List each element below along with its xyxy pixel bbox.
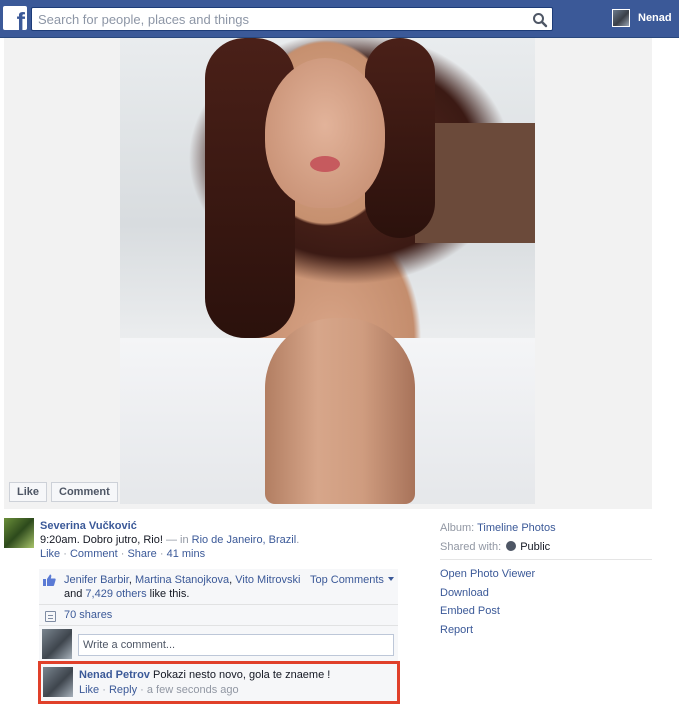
likes-others-link[interactable]: 7,429 others: [85, 588, 146, 600]
sep: ·: [60, 548, 70, 560]
photo-sidebar: Album: Timeline Photos Shared with: Publ…: [440, 519, 652, 639]
comment-timestamp[interactable]: a few seconds ago: [147, 684, 239, 696]
comment-input[interactable]: [78, 634, 394, 656]
top-comments-label: Top Comments: [309, 574, 384, 586]
album-link[interactable]: Timeline Photos: [477, 522, 555, 534]
shares-link[interactable]: 70 shares: [64, 609, 112, 621]
author-avatar[interactable]: [4, 518, 34, 548]
photo-face: [265, 58, 385, 208]
photo-actions: Like Comment: [9, 482, 118, 502]
profile-name: Nenad: [638, 12, 672, 24]
embed-post-link[interactable]: Embed Post: [440, 602, 652, 621]
post-photo[interactable]: [120, 38, 535, 504]
likes-and: and: [64, 588, 86, 600]
search-input[interactable]: [32, 8, 527, 30]
facebook-logo-icon[interactable]: f: [3, 6, 27, 30]
photo-knees: [265, 318, 415, 504]
open-photo-viewer-link[interactable]: Open Photo Viewer: [440, 565, 652, 584]
commenter-name[interactable]: Nenad Petrov: [79, 669, 150, 681]
photo-comment-button[interactable]: Comment: [51, 482, 118, 502]
sep: ·: [156, 548, 167, 560]
privacy-row: Shared with: Public: [440, 538, 652, 557]
post-text: 9:20am. Dobro jutro, Rio!: [40, 534, 163, 546]
profile-link[interactable]: Nenad: [612, 9, 672, 27]
post-like-link[interactable]: Like: [40, 548, 60, 560]
comment-like-link[interactable]: Like: [79, 684, 99, 696]
share-icon: [45, 611, 56, 622]
likes-row: Jenifer Barbir, Martina Stanojkova, Vito…: [39, 569, 398, 605]
post-in-prefix: — in: [162, 534, 192, 546]
comment-reply-link[interactable]: Reply: [109, 684, 137, 696]
post-share-link[interactable]: Share: [127, 548, 156, 560]
photo-lips: [310, 156, 340, 172]
download-link[interactable]: Download: [440, 584, 652, 603]
sep: ·: [117, 548, 128, 560]
album-label: Album:: [440, 522, 475, 534]
viewer-avatar: [42, 629, 72, 659]
comment-body: Nenad Petrov Pokazi nesto novo, gola te …: [79, 668, 330, 698]
liker-name[interactable]: Jenifer Barbir: [64, 574, 129, 586]
photo-stage: [4, 38, 652, 509]
post-comment-link[interactable]: Comment: [70, 548, 118, 560]
shares-row: 70 shares: [39, 605, 398, 626]
post-text-line: 9:20am. Dobro jutro, Rio! — in Rio de Ja…: [40, 533, 400, 547]
feedback-box: Jenifer Barbir, Martina Stanojkova, Vito…: [39, 569, 398, 663]
comment-item: Nenad Petrov Pokazi nesto novo, gola te …: [38, 661, 400, 704]
search-box: [31, 7, 553, 31]
post-location-link[interactable]: Rio de Janeiro, Brazil: [192, 534, 297, 546]
album-row: Album: Timeline Photos: [440, 519, 652, 538]
liker-name[interactable]: Vito Mitrovski: [235, 574, 300, 586]
shared-label: Shared with:: [440, 541, 502, 553]
post-location-suffix: .: [296, 534, 300, 546]
post-body: Severina Vučković 9:20am. Dobro jutro, R…: [40, 519, 400, 561]
commenter-avatar[interactable]: [43, 667, 73, 697]
liker-name[interactable]: Martina Stanojkova: [135, 574, 229, 586]
post-timestamp[interactable]: 41 mins: [167, 548, 206, 560]
top-bar: f Nenad: [0, 0, 679, 38]
profile-avatar: [612, 9, 630, 27]
divider: [440, 559, 652, 560]
thumbs-up-icon: [43, 574, 56, 586]
search-icon[interactable]: [532, 12, 548, 28]
likes-suffix: like this.: [146, 588, 190, 600]
post-actions: Like · Comment · Share · 41 mins: [40, 547, 400, 561]
chevron-down-icon: [388, 577, 394, 581]
top-comments-dropdown[interactable]: Top Comments: [310, 573, 394, 587]
write-comment-row: [39, 626, 398, 663]
author-name[interactable]: Severina Vučković: [40, 520, 137, 532]
photo-like-button[interactable]: Like: [9, 482, 48, 502]
report-link[interactable]: Report: [440, 621, 652, 640]
comment-text: Pokazi nesto novo, gola te znaeme !: [152, 669, 331, 681]
globe-icon: [506, 541, 517, 551]
likes-text: Jenifer Barbir, Martina Stanojkova, Vito…: [64, 574, 301, 600]
privacy-value: Public: [520, 541, 551, 553]
comment-actions: Like · Reply · a few seconds ago: [79, 684, 239, 696]
